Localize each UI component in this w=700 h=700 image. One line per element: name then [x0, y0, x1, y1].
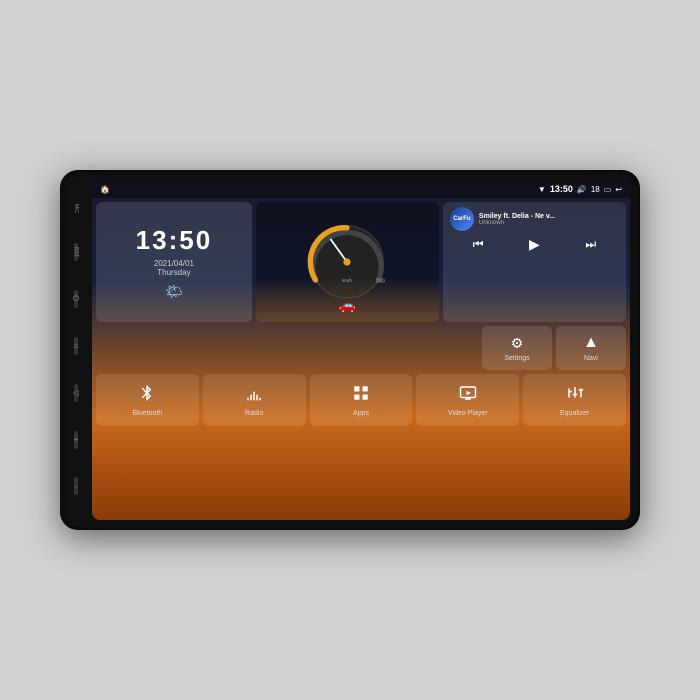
status-time: 13:50: [550, 184, 573, 194]
navi-icon: ▲: [583, 334, 599, 352]
back-icon: ↩: [615, 185, 622, 194]
status-bar: 🏠 ▼ 13:50 🔊 18 ▭ ↩: [92, 180, 630, 198]
settings-label: Settings: [504, 355, 529, 362]
side-buttons: MIC RST ⏻ ⌂ ◁ + -: [66, 170, 86, 530]
rst-button[interactable]: RST: [74, 243, 78, 261]
equalizer-icon: [566, 384, 584, 407]
status-left: 🏠: [100, 185, 110, 194]
home-icon: 🏠: [100, 185, 110, 194]
main-screen: 🏠 ▼ 13:50 🔊 18 ▭ ↩ 13:50 2021/04/01 Thur…: [92, 180, 630, 520]
bluetooth-icon: [138, 384, 156, 407]
video-player-button[interactable]: Video Player: [416, 374, 519, 426]
navi-label: Navi: [584, 355, 598, 362]
vol-down-button[interactable]: -: [74, 477, 78, 495]
wifi-icon: ▼: [538, 185, 546, 194]
car-head-unit: MIC RST ⏻ ⌂ ◁ + - 🏠 ▼ 13:50 🔊: [60, 170, 640, 530]
apps-button[interactable]: Apps: [310, 374, 413, 426]
clock-time: 13:50: [136, 225, 213, 256]
main-content: 13:50 2021/04/01 Thursday 🌤: [92, 198, 630, 520]
apps-icon: [352, 384, 370, 407]
navi-button[interactable]: ▲ Navi: [556, 326, 626, 370]
bluetooth-label: Bluetooth: [133, 410, 163, 417]
battery-level: 18: [591, 185, 600, 194]
music-title: Smiley ft. Delia - Ne v...: [479, 213, 619, 220]
music-artist: Unknown: [479, 220, 619, 226]
music-info: Smiley ft. Delia - Ne v... Unknown: [479, 213, 619, 226]
bluetooth-button[interactable]: Bluetooth: [96, 374, 199, 426]
play-button[interactable]: ▶: [529, 236, 540, 253]
vol-up-button[interactable]: +: [74, 431, 78, 449]
screen-icon: ▭: [604, 185, 612, 194]
mic-label: MIC: [73, 204, 79, 213]
top-row: 13:50 2021/04/01 Thursday 🌤: [96, 202, 626, 322]
music-widget[interactable]: CarFu Smiley ft. Delia - Ne v... Unknown…: [443, 202, 626, 322]
clock-day: Thursday: [157, 268, 190, 277]
music-controls: ⏮ ▶ ⏭: [450, 236, 619, 253]
right-panel: CarFu Smiley ft. Delia - Ne v... Unknown…: [443, 202, 626, 322]
bottom-app-row: Bluetooth Radio: [96, 374, 626, 426]
power-button[interactable]: ⏻: [74, 290, 78, 308]
radio-label: Radio: [245, 410, 263, 417]
equalizer-button[interactable]: Equalizer: [523, 374, 626, 426]
volume-icon: 🔊: [577, 185, 587, 194]
radio-icon: [245, 384, 263, 407]
next-button[interactable]: ⏭: [585, 237, 596, 252]
rst-label: RST: [73, 247, 79, 257]
music-top: CarFu Smiley ft. Delia - Ne v... Unknown: [450, 207, 619, 231]
apps-label: Apps: [353, 410, 369, 417]
equalizer-label: Equalizer: [560, 410, 589, 417]
nav-side-button[interactable]: ◁: [74, 384, 78, 402]
video-player-label: Video Player: [448, 410, 488, 417]
clock-widget: 13:50 2021/04/01 Thursday 🌤: [96, 202, 252, 322]
video-player-icon: [459, 384, 477, 407]
car-icon: 🚗: [339, 297, 356, 314]
speedometer-widget: 0 200 km/h 🚗: [256, 202, 439, 322]
middle-row: ⚙ Settings ▲ Navi: [96, 326, 626, 370]
weather-icon: 🌤: [165, 283, 183, 300]
prev-button[interactable]: ⏮: [473, 237, 484, 252]
settings-button[interactable]: ⚙ Settings: [482, 326, 552, 370]
music-logo: CarFu: [450, 207, 474, 231]
radio-button[interactable]: Radio: [203, 374, 306, 426]
settings-icon: ⚙: [511, 335, 524, 352]
clock-date: 2021/04/01: [154, 259, 194, 268]
home-side-button[interactable]: ⌂: [74, 337, 78, 355]
status-right: ▼ 13:50 🔊 18 ▭ ↩: [538, 184, 622, 194]
